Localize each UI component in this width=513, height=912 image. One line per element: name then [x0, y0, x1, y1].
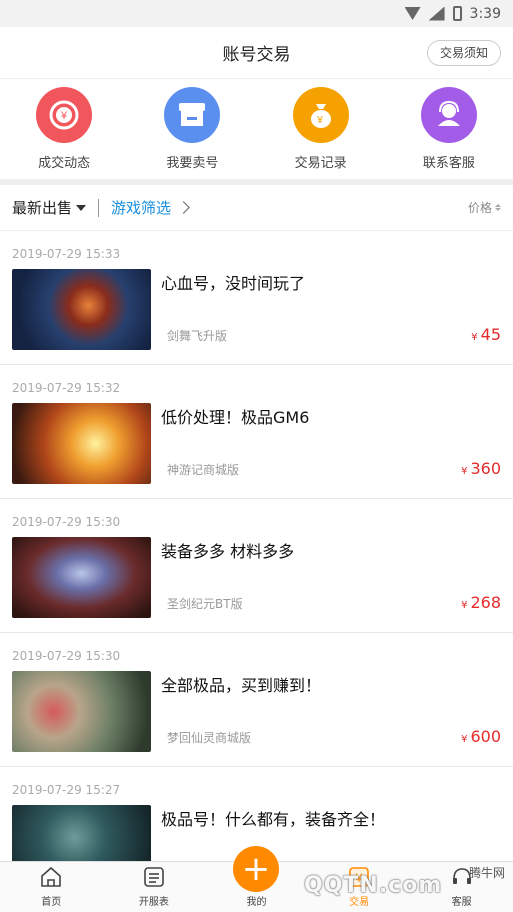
listing-time: 2019-07-29 15:33 — [12, 247, 121, 261]
listing-time: 2019-07-29 15:30 — [12, 515, 121, 529]
listing-thumbnail — [12, 805, 151, 864]
status-bar: 3:39 — [0, 0, 513, 27]
shortcut-trade-records[interactable]: ¥ 交易记录 — [266, 87, 376, 171]
tab-label: 开服表 — [138, 897, 169, 908]
listing-game: 梦回仙灵商城版 — [167, 731, 252, 745]
listing-thumbnail — [12, 269, 151, 350]
home-icon — [41, 866, 62, 887]
customer-service-icon — [420, 87, 477, 143]
svg-text:¥: ¥ — [355, 871, 363, 885]
listing-price: ¥268 — [461, 593, 501, 612]
trade-icon: ¥ — [349, 867, 369, 887]
chevron-right-icon — [177, 201, 190, 214]
game-filter-label: 游戏筛选 — [111, 199, 172, 217]
list-item[interactable]: 2019-07-29 15:32 低价处理！极品GM6 神游记商城版 ¥360 — [0, 365, 513, 499]
tab-home[interactable]: 首页 — [0, 862, 103, 912]
svg-text:¥: ¥ — [60, 110, 68, 122]
list-item[interactable]: 2019-07-29 15:30 全部极品，买到赚到！ 梦回仙灵商城版 ¥600 — [0, 633, 513, 767]
headset-icon — [452, 868, 471, 884]
wifi-icon — [404, 7, 421, 20]
top-bar: 账号交易 交易须知 — [0, 27, 513, 79]
sort-arrows-icon — [495, 204, 501, 211]
svg-text:¥: ¥ — [316, 115, 323, 126]
dropdown-arrow-icon — [76, 204, 87, 211]
filter-separator — [98, 198, 100, 217]
listing-game: 神游记商城版 — [167, 463, 240, 477]
listing-price: ¥600 — [461, 727, 501, 746]
game-filter-link[interactable]: 游戏筛选 — [111, 197, 190, 218]
shortcut-customer-service[interactable]: 联系客服 — [394, 87, 504, 171]
shortcut-deal-feed[interactable]: ¥ 成交动态 — [9, 87, 119, 171]
battery-icon — [452, 6, 462, 21]
listing-time: 2019-07-29 15:32 — [12, 381, 121, 395]
listing-title: 装备多多 材料多多 — [161, 542, 295, 561]
money-bag-icon: ¥ — [292, 87, 349, 143]
tab-schedule[interactable]: 开服表 — [103, 862, 206, 912]
listing-title: 心血号，没时间玩了 — [161, 274, 306, 293]
latest-sort-dropdown[interactable]: 最新出售 — [12, 197, 87, 218]
tab-label: 首页 — [41, 897, 62, 908]
shortcut-row: ¥ 成交动态 我要卖号 ¥ 交易记录 联系客服 — [0, 79, 513, 179]
listing-title: 极品号！什么都有，装备齐全！ — [161, 810, 386, 829]
listing-game: 圣剑纪元BT版 — [167, 597, 243, 611]
shortcut-sell-account[interactable]: 我要卖号 — [137, 87, 247, 171]
filter-bar: 最新出售 游戏筛选 价格 — [0, 185, 513, 231]
listing-list: 2019-07-29 15:33 心血号，没时间玩了 剑舞飞升版 ¥45 201… — [0, 231, 513, 864]
listing-time: 2019-07-29 15:27 — [12, 783, 121, 797]
tab-service[interactable]: 客服 — [410, 862, 513, 912]
status-time: 3:39 — [469, 5, 501, 22]
list-item[interactable]: 2019-07-29 15:33 心血号，没时间玩了 剑舞飞升版 ¥45 — [0, 231, 513, 365]
listing-title: 全部极品，买到赚到！ — [161, 676, 322, 695]
price-sort[interactable]: 价格 — [468, 199, 501, 216]
tab-trade[interactable]: ¥ 交易 — [308, 862, 411, 912]
signal-icon — [428, 6, 445, 21]
price-sort-label: 价格 — [467, 201, 492, 215]
latest-label: 最新出售 — [12, 199, 73, 217]
listing-game: 剑舞飞升版 — [167, 329, 228, 343]
tab-label: 交易 — [349, 897, 370, 908]
tab-label: 客服 — [451, 897, 472, 908]
page-title: 账号交易 — [222, 45, 291, 65]
store-icon — [164, 87, 221, 143]
shortcut-label: 联系客服 — [422, 156, 475, 171]
list-item[interactable]: 2019-07-29 15:30 装备多多 材料多多 圣剑纪元BT版 ¥268 — [0, 499, 513, 633]
shortcut-label: 成交动态 — [38, 156, 91, 171]
shortcut-label: 我要卖号 — [166, 156, 219, 171]
listing-thumbnail — [12, 403, 151, 484]
listing-price: ¥45 — [471, 325, 501, 344]
listing-time: 2019-07-29 15:30 — [12, 649, 121, 663]
listing-title: 低价处理！极品GM6 — [161, 408, 310, 427]
shortcut-label: 交易记录 — [294, 156, 347, 171]
listing-thumbnail — [12, 671, 151, 752]
list-icon — [144, 867, 164, 887]
tab-label: 我的 — [246, 897, 267, 908]
deal-feed-icon: ¥ — [36, 87, 93, 143]
trade-notice-button[interactable]: 交易须知 — [426, 40, 501, 66]
listing-price: ¥360 — [461, 459, 501, 478]
listing-thumbnail — [12, 537, 151, 618]
add-fab-button[interactable]: + — [233, 846, 279, 892]
